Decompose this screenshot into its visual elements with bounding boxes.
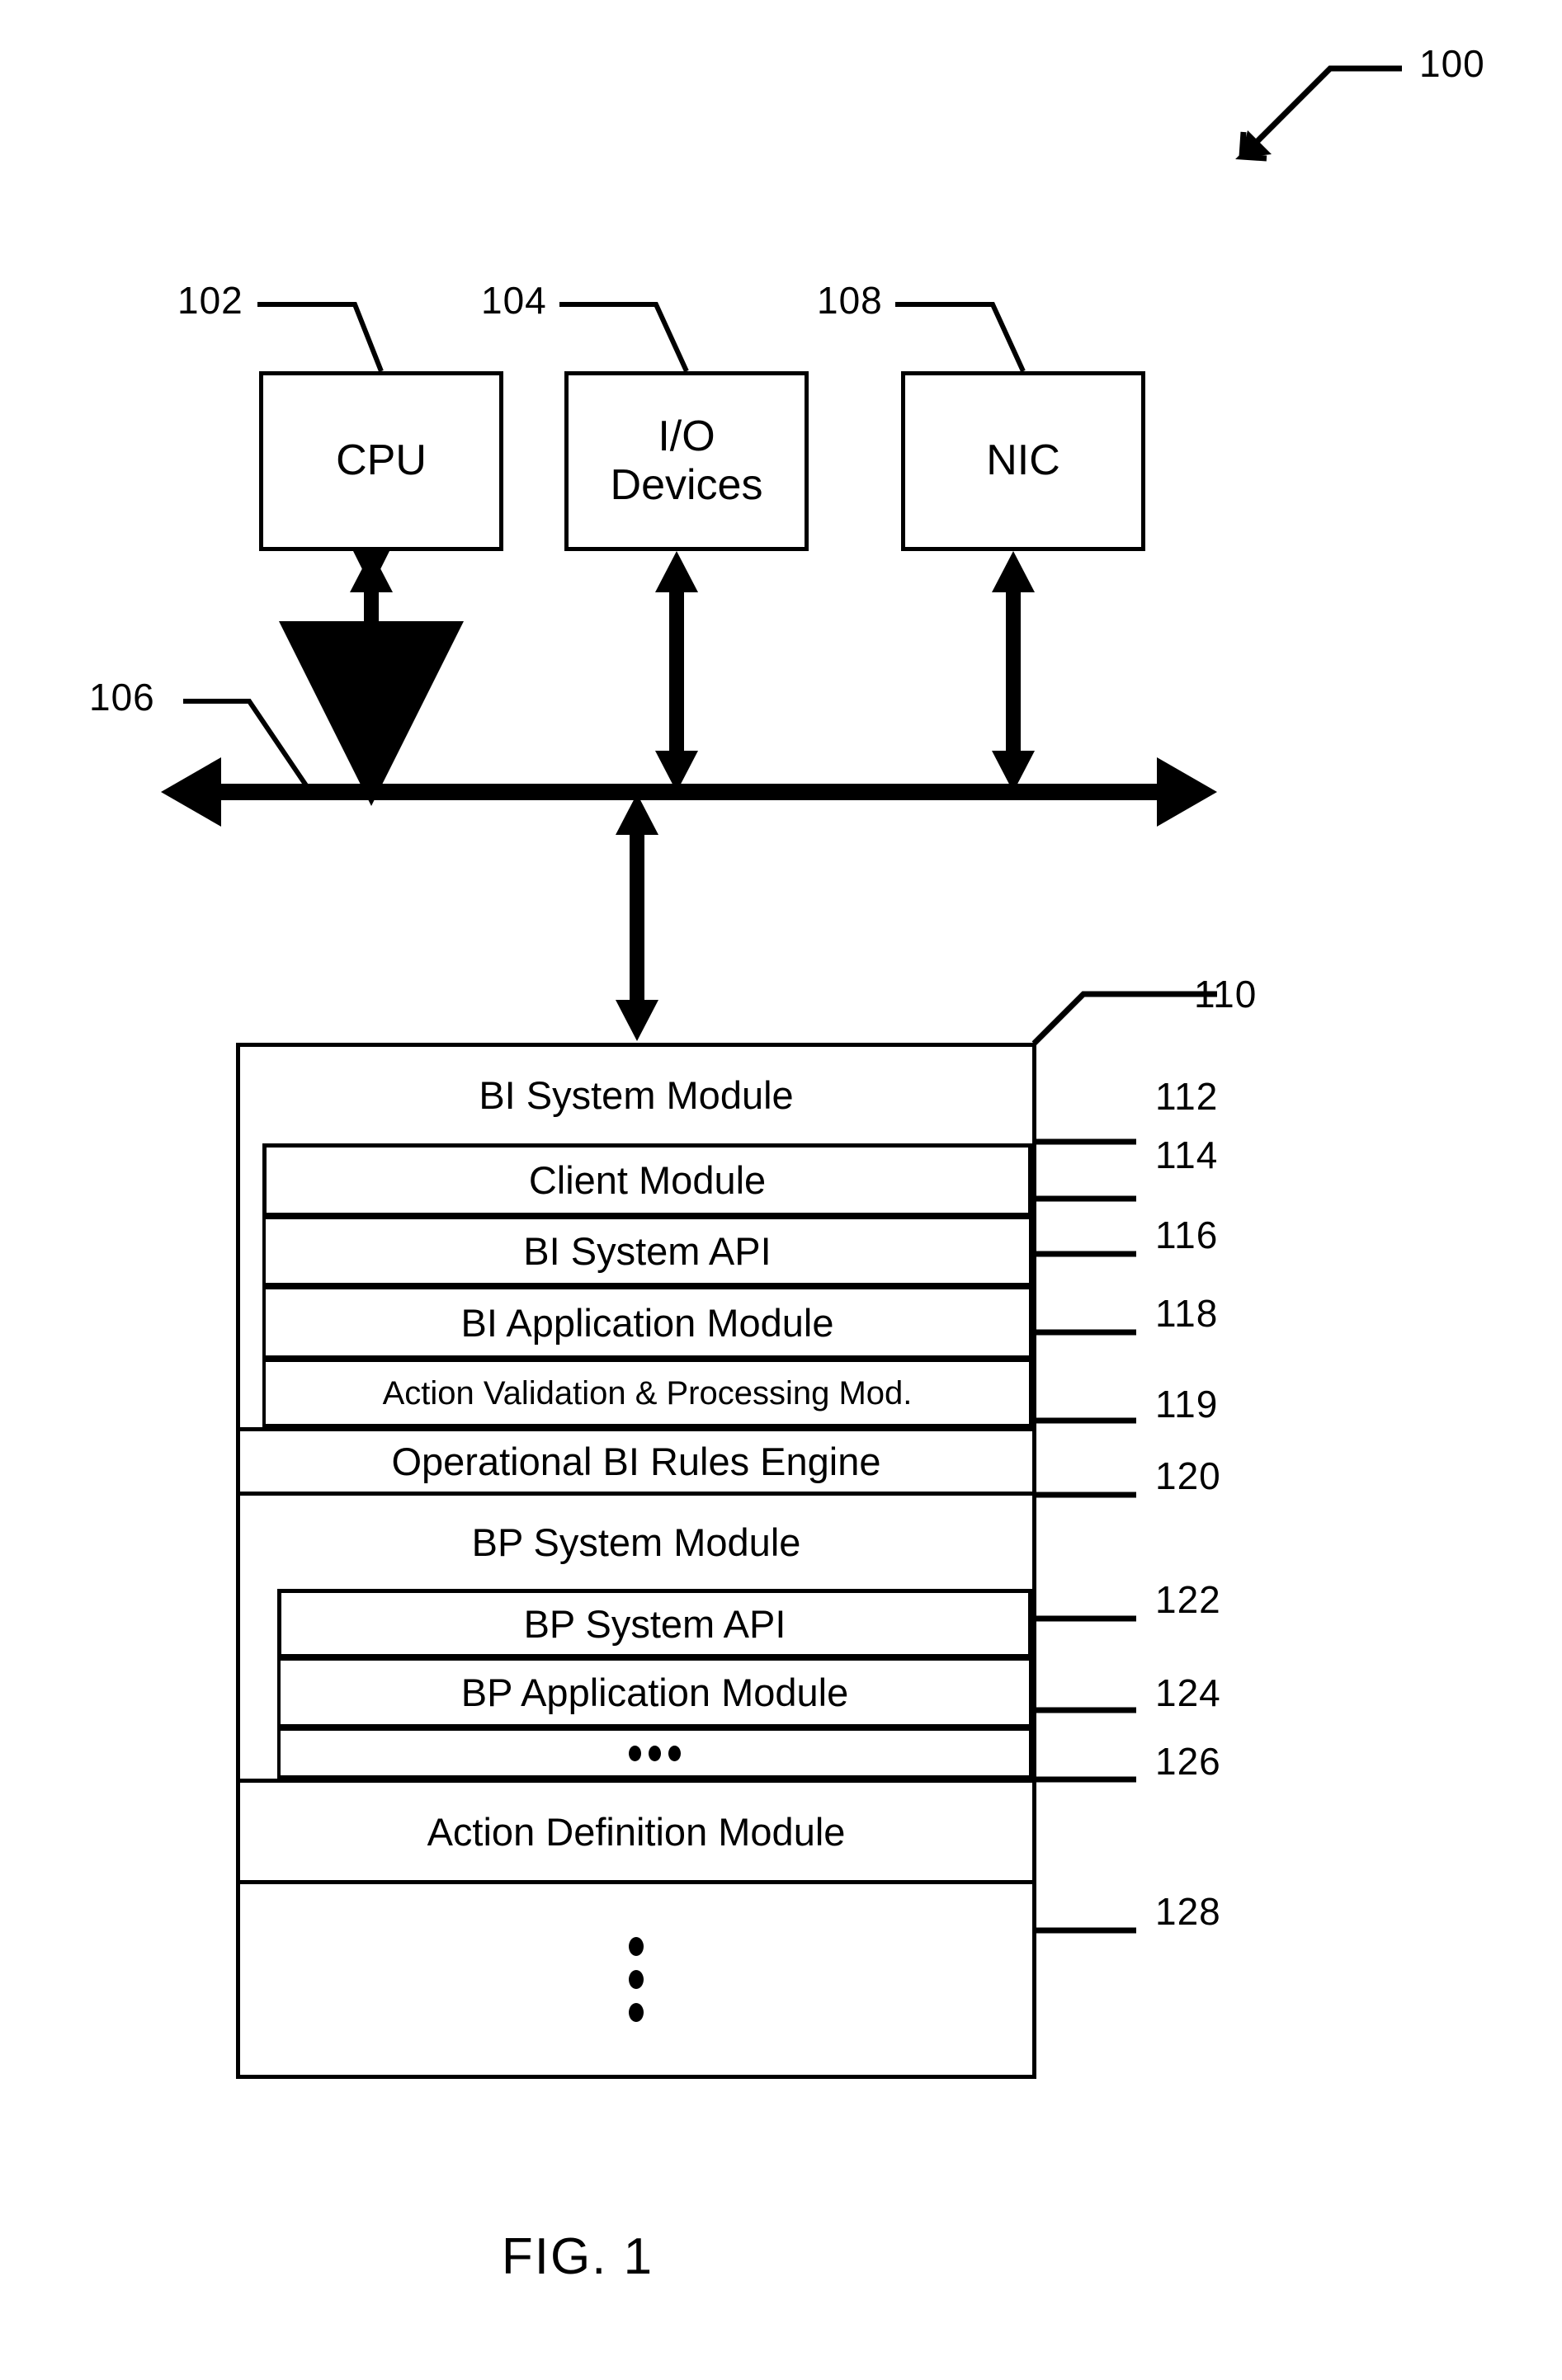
row-label-bp-application-module: BP Application Module bbox=[460, 1671, 849, 1714]
row-label-bi-system-module: BI System Module bbox=[479, 1073, 794, 1117]
row-operational-bi-rules-engine[interactable]: Operational BI Rules Engine bbox=[240, 1427, 1032, 1496]
ref-118: 118 bbox=[1155, 1292, 1219, 1335]
nic-box: NIC bbox=[901, 371, 1145, 551]
ref-128: 128 bbox=[1155, 1890, 1221, 1933]
ref-116: 116 bbox=[1155, 1214, 1219, 1256]
nic-label: NIC bbox=[986, 436, 1060, 485]
row-leader-ticks bbox=[1036, 1138, 1136, 1934]
ref-126: 126 bbox=[1155, 1740, 1221, 1783]
row-bp-application-module[interactable]: BP Application Module bbox=[277, 1657, 1032, 1727]
bi-system-module-stack: BI System Module Client Module BI System… bbox=[236, 1043, 1036, 2079]
row-label-action-validation-processing-mod: Action Validation & Processing Mod. bbox=[382, 1374, 913, 1412]
ref-104: 104 bbox=[481, 279, 547, 322]
patent-figure-1: CPU I/O Devices NIC 100 102 104 108 106 … bbox=[0, 0, 1562, 2380]
row-bp-system-module[interactable]: BP System Module bbox=[240, 1496, 1032, 1589]
ref-119: 119 bbox=[1155, 1383, 1219, 1426]
row-more-modules[interactable] bbox=[240, 1884, 1032, 2075]
leader-line-108 bbox=[895, 302, 1026, 373]
ref-114: 114 bbox=[1155, 1133, 1219, 1176]
cpu-box: CPU bbox=[259, 371, 503, 551]
row-client-module[interactable]: Client Module bbox=[262, 1143, 1032, 1216]
ref-122: 122 bbox=[1155, 1578, 1221, 1621]
row-label-client-module: Client Module bbox=[528, 1158, 767, 1202]
io-devices-label-line1: I/O bbox=[658, 412, 715, 460]
row-label-operational-bi-rules-engine: Operational BI Rules Engine bbox=[391, 1440, 881, 1483]
row-label-bp-system-api: BP System API bbox=[523, 1601, 786, 1646]
leader-line-100 bbox=[1235, 65, 1402, 162]
ref-112: 112 bbox=[1155, 1075, 1219, 1118]
io-devices-label: I/O Devices bbox=[611, 412, 763, 511]
figure-caption: FIG. 1 bbox=[501, 2228, 654, 2285]
row-bi-application-module[interactable]: BI Application Module bbox=[262, 1286, 1032, 1359]
row-bi-system-module[interactable]: BI System Module bbox=[240, 1047, 1032, 1143]
ref-108: 108 bbox=[817, 279, 883, 322]
row-label-bi-application-module: BI Application Module bbox=[460, 1300, 834, 1345]
row-bi-system-api[interactable]: BI System API bbox=[262, 1216, 1032, 1286]
ref-100: 100 bbox=[1419, 42, 1485, 85]
arrow-io-to-bus bbox=[655, 551, 698, 792]
ref-124: 124 bbox=[1155, 1671, 1221, 1714]
ref-106: 106 bbox=[89, 676, 155, 719]
ref-102: 102 bbox=[177, 279, 243, 322]
row-label-bp-system-module: BP System Module bbox=[471, 1520, 801, 1564]
row-action-validation-processing-mod[interactable]: Action Validation & Processing Mod. bbox=[262, 1359, 1032, 1427]
vertical-ellipsis-icon bbox=[629, 1937, 644, 2022]
arrow-cpu-to-bus bbox=[279, 403, 464, 806]
cpu-label: CPU bbox=[336, 436, 427, 485]
arrow-nic-to-bus bbox=[992, 551, 1035, 792]
row-bp-system-api[interactable]: BP System API bbox=[277, 1589, 1032, 1657]
io-devices-label-line2: Devices bbox=[610, 461, 763, 509]
ref-120: 120 bbox=[1155, 1454, 1221, 1497]
row-label-action-definition-module: Action Definition Module bbox=[427, 1809, 846, 1854]
row-bp-more-modules[interactable] bbox=[277, 1727, 1032, 1779]
leader-line-102 bbox=[257, 302, 384, 373]
row-action-definition-module[interactable]: Action Definition Module bbox=[240, 1779, 1032, 1884]
ref-110: 110 bbox=[1194, 973, 1258, 1016]
arrow-bus-to-stack bbox=[616, 794, 658, 1041]
io-devices-box: I/O Devices bbox=[564, 371, 809, 551]
row-label-bi-system-api: BI System API bbox=[523, 1229, 772, 1273]
leader-line-110 bbox=[1031, 991, 1217, 1046]
leader-line-104 bbox=[559, 302, 689, 373]
horizontal-ellipsis-icon bbox=[629, 1745, 681, 1761]
